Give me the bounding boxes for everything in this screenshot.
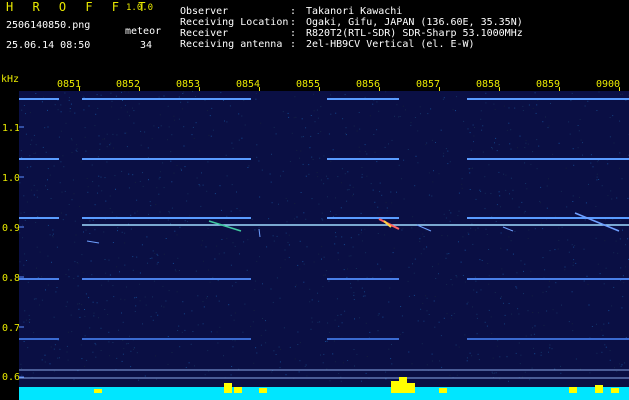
freq-tick-label: 0.9 [2,223,21,234]
time-tick-label: 0852 [116,79,141,90]
time-tick-label: 0900 [596,79,621,90]
info-value-antenna: 2el-HB9CV Vertical (el. E-W) [306,39,475,50]
time-tick [199,87,200,91]
time-tick-label: 0851 [57,79,82,90]
time-tick-label: 0853 [176,79,201,90]
freq-tick-label: 0.6 [2,372,21,383]
freq-tick-label: 1.1 [2,123,21,134]
time-tick [319,87,320,91]
freq-tick-label: 0.8 [2,273,21,284]
header-panel: H R O F F T 1.0.0 2506140850.png meteor … [0,0,629,70]
time-tick-label: 0859 [536,79,561,90]
time-tick-label: 0857 [416,79,441,90]
info-label-antenna: Receiving antenna [180,39,283,50]
y-axis-unit: kHz [1,74,20,85]
freq-tick-label: 1.0 [2,173,21,184]
meteor-label: meteor [125,26,162,37]
meteor-count: 34 [140,40,153,51]
capture-datetime: 25.06.14 08:50 [6,40,91,51]
time-tick [559,87,560,91]
info-sep: : [290,6,297,17]
file-name: 2506140850.png [6,20,91,31]
spectrogram-plot [19,91,629,400]
app-version: 1.0.0 [126,3,154,13]
info-value-location: Ogaki, Gifu, JAPAN (136.60E, 35.35N) [306,17,523,28]
spectrogram-canvas [19,91,629,400]
time-tick [619,87,620,91]
time-tick [259,87,260,91]
info-sep: : [290,39,297,50]
time-tick [439,87,440,91]
info-label-receiver: Receiver [180,28,229,39]
time-tick-label: 0855 [296,79,321,90]
info-value-receiver: R820T2(RTL-SDR) SDR-Sharp 53.1000MHz [306,28,523,39]
time-tick [499,87,500,91]
info-label-location: Receiving Location [180,17,289,28]
info-sep: : [290,28,297,39]
time-tick-label: 0854 [236,79,261,90]
info-label-observer: Observer [180,6,229,17]
time-tick [139,87,140,91]
freq-tick-label: 0.7 [2,323,21,334]
time-tick [79,87,80,91]
power-bar [19,387,629,400]
info-sep: : [290,17,297,28]
time-tick-label: 0856 [356,79,381,90]
info-value-observer: Takanori Kawachi [306,6,403,17]
time-tick-label: 0858 [476,79,501,90]
time-tick [379,87,380,91]
